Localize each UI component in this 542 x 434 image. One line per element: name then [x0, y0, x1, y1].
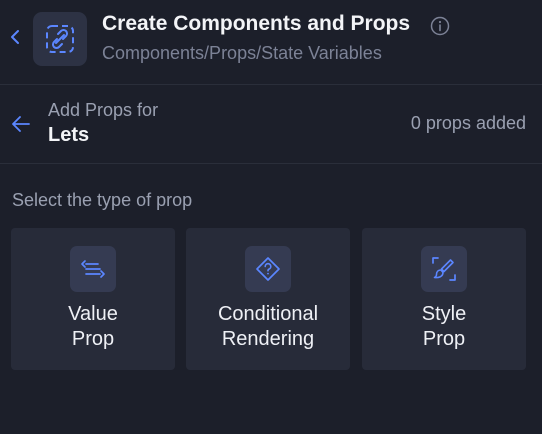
info-icon[interactable] [430, 16, 450, 36]
conditional-rendering-card[interactable]: Conditional Rendering [186, 228, 350, 370]
breadcrumb: Components/Props/State Variables [102, 43, 382, 63]
link-icon [46, 25, 74, 53]
component-name: Lets [48, 124, 90, 146]
value-prop-card[interactable]: Value Prop [11, 228, 175, 370]
arrow-left-icon [12, 116, 30, 132]
style-prop-card[interactable]: Style Prop [362, 228, 526, 370]
brush-icon [421, 246, 467, 292]
prop-type-section-label: Select the type of prop [12, 190, 193, 210]
header: Create Components and Props Components/P… [0, 0, 542, 85]
back-arrow-button[interactable] [10, 113, 32, 135]
add-props-label: Add Props for [48, 100, 159, 120]
chevron-left-icon [11, 30, 19, 44]
value-list-icon [70, 246, 116, 292]
add-props-header: Add Props for Lets 0 props added [0, 85, 542, 164]
back-button[interactable] [6, 26, 24, 48]
page-title: Create Components and Props [102, 12, 411, 35]
question-diamond-icon [245, 246, 291, 292]
conditional-rendering-label: Conditional Rendering [217, 303, 319, 350]
component-icon-box [33, 12, 87, 66]
props-count: 0 props added [410, 113, 526, 133]
style-prop-label: Style Prop [421, 303, 467, 350]
value-prop-label: Value Prop [68, 303, 118, 350]
